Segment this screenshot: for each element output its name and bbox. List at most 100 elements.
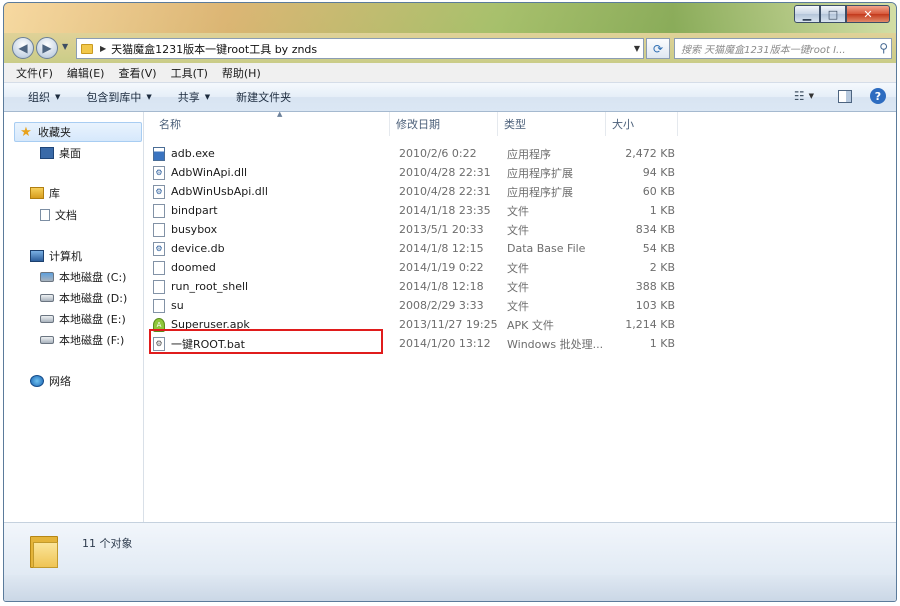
organize-label: 组织 — [28, 91, 50, 104]
minimize-button[interactable]: ▁ — [794, 5, 820, 23]
column-headers: 名称 ▲ 修改日期 类型 大小 — [145, 110, 896, 136]
drive-icon — [40, 315, 54, 323]
nav-drive-d-label: 本地磁盘 (D:) — [59, 292, 128, 305]
share-label: 共享 — [177, 91, 200, 104]
window-bottom-border — [4, 575, 896, 601]
nav-drive-c-label: 本地磁盘 (C:) — [59, 271, 127, 284]
maximize-button[interactable]: □ — [820, 5, 846, 23]
menu-help[interactable]: 帮助(H) — [222, 65, 261, 81]
forward-button[interactable]: ▶ — [36, 37, 58, 59]
command-bar: 组织 ▼ 包含到库中 ▼ 共享 ▼ 新建文件夹 ☷ ▼ ? — [4, 83, 896, 112]
file-size: 1 KB — [649, 337, 675, 350]
file-row[interactable]: ⚙ AdbWinUsbApi.dll 2010/4/28 22:31 应用程序扩展… — [153, 182, 675, 201]
file-type: 应用程序扩展 — [507, 166, 573, 180]
address-path[interactable]: 天猫魔盒1231版本一键root工具 by znds — [111, 41, 317, 57]
refresh-button[interactable]: ⟳ — [646, 38, 670, 59]
views-dropdown-icon[interactable]: ▼ — [809, 92, 814, 100]
file-name: device.db — [171, 242, 225, 255]
caption-buttons: ▁ □ ✕ — [794, 5, 890, 23]
file-name: bindpart — [171, 204, 218, 217]
column-size[interactable]: 大小 — [606, 112, 678, 136]
nav-documents[interactable]: 文档 — [40, 207, 77, 223]
back-button[interactable]: ◀ — [12, 37, 34, 59]
file-name: doomed — [171, 261, 216, 274]
file-type: 文件 — [507, 261, 529, 275]
file-type: APK 文件 — [507, 318, 554, 332]
title-bar[interactable] — [4, 3, 896, 33]
nav-desktop[interactable]: 桌面 — [40, 145, 81, 161]
file-type: 文件 — [507, 204, 529, 218]
file-icon — [153, 298, 165, 313]
file-type: 文件 — [507, 223, 529, 237]
search-icon[interactable]: ⚲ — [879, 41, 888, 55]
file-type: 应用程序扩展 — [507, 185, 573, 199]
preview-pane-icon[interactable] — [838, 89, 852, 103]
views-icon[interactable]: ☷ — [794, 89, 805, 103]
nav-drive-d[interactable]: 本地磁盘 (D:) — [40, 290, 127, 306]
address-bar[interactable]: ▶ 天猫魔盒1231版本一键root工具 by znds ▼ — [76, 38, 644, 59]
file-size: 388 KB — [635, 280, 675, 293]
file-row[interactable]: su 2008/2/29 3:33 文件 103 KB — [153, 296, 675, 315]
column-date[interactable]: 修改日期 — [390, 112, 498, 136]
column-type[interactable]: 类型 — [498, 112, 606, 136]
nav-favorites[interactable]: ★ 收藏夹 — [14, 122, 142, 142]
file-date: 2010/4/28 22:31 — [399, 166, 491, 179]
nav-drive-e[interactable]: 本地磁盘 (E:) — [40, 311, 126, 327]
menu-edit[interactable]: 编辑(E) — [67, 65, 105, 81]
menu-tools[interactable]: 工具(T) — [171, 65, 208, 81]
file-row[interactable]: run_root_shell 2014/1/8 12:18 文件 388 KB — [153, 277, 675, 296]
menu-file[interactable]: 文件(F) — [16, 65, 53, 81]
nav-libraries[interactable]: 库 — [30, 185, 60, 201]
db-icon: ⚙ — [153, 241, 165, 256]
organize-button[interactable]: 组织 ▼ — [28, 89, 60, 105]
file-size: 103 KB — [635, 299, 675, 312]
command-bar-right: ☷ ▼ ? — [794, 88, 886, 104]
file-size: 1 KB — [649, 204, 675, 217]
nav-network-label: 网络 — [49, 375, 71, 388]
file-row[interactable]: adb.exe 2010/2/6 0:22 应用程序 2,472 KB — [153, 144, 675, 163]
recent-pages-dropdown[interactable]: ▼ — [62, 42, 68, 51]
computer-icon — [30, 250, 44, 262]
folder-icon — [30, 532, 58, 568]
system-drive-icon — [40, 272, 54, 282]
caret-down-icon: ▼ — [55, 93, 61, 101]
address-dropdown-icon[interactable]: ▼ — [634, 44, 640, 53]
content-area: ★ 收藏夹 桌面 库 文档 计算机 本地磁盘 (C:) 本地磁盘 (D:) 本地… — [4, 110, 896, 523]
file-icon — [153, 260, 165, 275]
star-icon: ★ — [20, 124, 32, 140]
document-icon — [40, 209, 50, 221]
new-folder-button[interactable]: 新建文件夹 — [236, 89, 291, 105]
file-type: 文件 — [507, 280, 529, 294]
help-icon[interactable]: ? — [870, 88, 886, 104]
address-row: ◀ ▶ ▼ ▶ 天猫魔盒1231版本一键root工具 by znds ▼ ⟳ 搜… — [4, 33, 896, 63]
column-name[interactable]: 名称 ▲ — [153, 110, 390, 136]
nav-computer[interactable]: 计算机 — [30, 248, 82, 264]
share-button[interactable]: 共享 ▼ — [178, 89, 210, 105]
column-name-label: 名称 — [159, 118, 181, 131]
sort-ascending-icon: ▲ — [277, 110, 283, 118]
network-icon — [30, 375, 44, 387]
file-row[interactable]: ⚙ device.db 2014/1/8 12:15 Data Base File… — [153, 239, 675, 258]
breadcrumb-chevron-icon[interactable]: ▶ — [100, 44, 106, 53]
column-size-label: 大小 — [612, 118, 634, 131]
file-row[interactable]: doomed 2014/1/19 0:22 文件 2 KB — [153, 258, 675, 277]
file-icon — [153, 203, 165, 218]
file-icon — [153, 222, 165, 237]
file-list-pane: 名称 ▲ 修改日期 类型 大小 adb.exe 2010/2/6 0:22 应用… — [145, 110, 896, 522]
menu-view[interactable]: 查看(V) — [118, 65, 156, 81]
nav-network[interactable]: 网络 — [30, 373, 71, 389]
search-input[interactable]: 搜索 天猫魔盒1231版本一键root I... ⚲ — [674, 38, 892, 59]
nav-drive-c[interactable]: 本地磁盘 (C:) — [40, 269, 126, 285]
column-type-label: 类型 — [504, 118, 526, 131]
close-button[interactable]: ✕ — [846, 5, 890, 23]
file-row[interactable]: ⚙ AdbWinApi.dll 2010/4/28 22:31 应用程序扩展 94… — [153, 163, 675, 182]
file-type: 文件 — [507, 299, 529, 313]
include-in-library-button[interactable]: 包含到库中 ▼ — [86, 89, 151, 105]
nav-drive-f[interactable]: 本地磁盘 (F:) — [40, 332, 124, 348]
menu-bar: 文件(F) 编辑(E) 查看(V) 工具(T) 帮助(H) — [4, 63, 896, 83]
file-date: 2010/4/28 22:31 — [399, 185, 491, 198]
file-row[interactable]: busybox 2013/5/1 20:33 文件 834 KB — [153, 220, 675, 239]
new-folder-label: 新建文件夹 — [236, 91, 292, 104]
file-row[interactable]: bindpart 2014/1/18 23:35 文件 1 KB — [153, 201, 675, 220]
library-icon — [30, 187, 44, 199]
